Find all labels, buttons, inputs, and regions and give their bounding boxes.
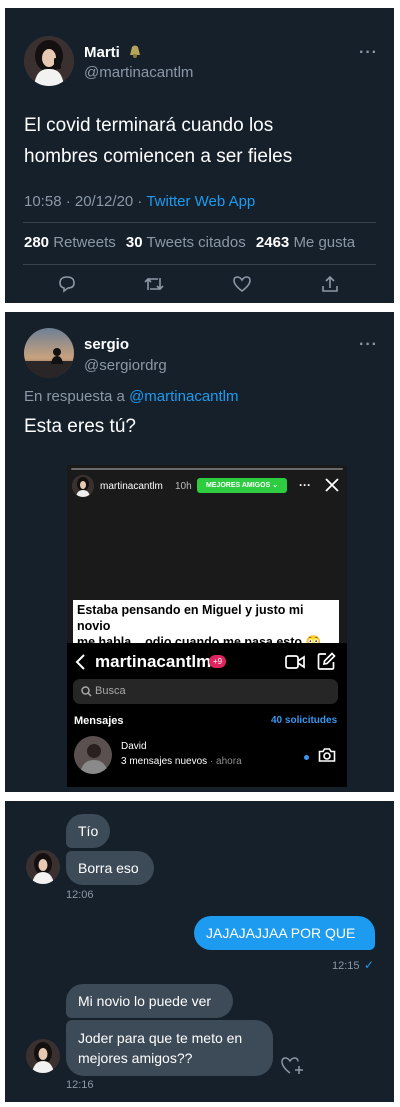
caption-line: Estaba pensando en Miguel y justo mi nov… — [77, 603, 304, 633]
message-line: Joder para que te meto en — [78, 1030, 243, 1046]
story-avatar — [72, 475, 94, 497]
avatar-marti[interactable] — [24, 36, 74, 86]
tweet-text-line: El covid terminará cuando los — [24, 115, 274, 136]
tweet-text-line: hombres comiencen a ser fieles — [24, 146, 293, 167]
sent-meta: 12:15 ✓ — [332, 956, 374, 974]
best-friends-badge: MEJORES AMIGOS ⌄ — [197, 478, 287, 493]
avatar-marti[interactable] — [26, 850, 60, 884]
message-bubble[interactable]: Joder para que te meto en mejores amigos… — [66, 1020, 273, 1076]
user-handle[interactable]: @martinacantlm — [84, 64, 193, 81]
like-icon[interactable] — [232, 274, 252, 294]
tweet-time[interactable]: 10:58 · 20/12/20 · — [24, 193, 142, 210]
story-screenshot[interactable]: martinacantlm 10h MEJORES AMIGOS ⌄ ··· E… — [67, 465, 347, 787]
dm-conversation: Tío Borra eso 12:06 JAJAJAJJAA POR QUE 1… — [5, 801, 394, 1102]
story-username: martinacantlm — [100, 481, 163, 492]
dm-search-input[interactable]: Busca — [73, 679, 338, 704]
retweets-label[interactable]: Retweets — [53, 234, 116, 251]
message-bubble-sent[interactable]: JAJAJAJJAA POR QUE — [194, 916, 375, 950]
dm-title: martinacantlm — [95, 652, 212, 671]
avatar-marti[interactable] — [26, 1039, 60, 1073]
reply-icon[interactable] — [57, 274, 77, 294]
message-bubble[interactable]: Mi novio lo puede ver — [66, 984, 233, 1018]
dm-badge: +9 — [209, 655, 227, 668]
reply-prefix: En respuesta a — [24, 388, 125, 405]
tweet-sergio: sergio @sergiordrg ··· En respuesta a @m… — [5, 312, 394, 792]
messages-label: Mensajes — [74, 715, 124, 727]
retweets-count[interactable]: 280 — [24, 234, 49, 251]
requests-link[interactable]: 40 solicitudes — [271, 715, 337, 726]
divider — [23, 264, 376, 265]
story-more-icon[interactable]: ··· — [299, 478, 311, 492]
message-time: 12:16 — [66, 1079, 94, 1091]
camera-icon[interactable] — [318, 747, 336, 763]
thread-avatar[interactable] — [74, 736, 112, 774]
quotes-count[interactable]: 30 — [126, 234, 143, 251]
reply-to-handle[interactable]: @martinacantlm — [129, 388, 238, 405]
search-icon — [81, 686, 92, 697]
more-icon[interactable]: ··· — [359, 336, 378, 354]
likes-label[interactable]: Me gusta — [293, 234, 355, 251]
retweet-icon[interactable] — [143, 274, 165, 294]
check-icon: ✓ — [363, 958, 375, 972]
display-name[interactable]: Marti — [84, 44, 120, 61]
search-placeholder: Busca — [95, 685, 126, 697]
story-age: 10h — [175, 481, 192, 492]
display-name[interactable]: sergio — [84, 336, 129, 353]
message-bubble[interactable]: Tío — [66, 814, 110, 848]
more-icon[interactable]: ··· — [359, 44, 378, 62]
message-line: mejores amigos?? — [78, 1050, 193, 1066]
avatar-sergio[interactable] — [24, 328, 74, 378]
tweet-marti: Marti @martinacantlm ··· El covid termin… — [5, 8, 394, 303]
thread-preview-text: 3 mensajes nuevos — [121, 756, 208, 767]
tweet-source[interactable]: Twitter Web App — [146, 193, 255, 210]
back-icon[interactable] — [75, 653, 87, 671]
thread-preview[interactable]: 3 mensajes nuevos · ahora — [121, 756, 242, 767]
close-icon[interactable] — [324, 477, 340, 493]
thread-time: · ahora — [209, 756, 242, 767]
message-time: 12:15 — [332, 960, 360, 972]
tweet-text: El covid terminará cuando los hombres co… — [24, 110, 292, 172]
best-friends-label: MEJORES AMIGOS — [205, 482, 271, 489]
share-icon[interactable] — [320, 274, 340, 294]
quotes-label[interactable]: Tweets citados — [147, 234, 246, 251]
message-bubble[interactable]: Borra eso — [66, 851, 154, 885]
dm-screen: martinacantlm +9 Busca Mensajes 40 solic… — [67, 643, 347, 787]
tweet-meta: 10:58 · 20/12/20 · Twitter Web App — [24, 193, 255, 210]
compose-icon[interactable] — [317, 652, 336, 671]
message-time: 12:06 — [66, 889, 94, 901]
user-handle[interactable]: @sergiordrg — [84, 357, 167, 374]
tweet-text: Esta eres tú? — [24, 416, 136, 437]
reply-context: En respuesta a @martinacantlm — [24, 388, 239, 405]
likes-count[interactable]: 2463 — [256, 234, 289, 251]
unread-dot — [304, 755, 309, 760]
thread-name[interactable]: David — [121, 741, 147, 752]
video-icon[interactable] — [285, 653, 305, 671]
tweet-stats: 280 Retweets 30 Tweets citados 2463 Me g… — [24, 234, 355, 251]
story-progress-bar — [71, 468, 343, 470]
add-like-icon[interactable] — [280, 1054, 304, 1076]
bell-emoji-icon — [127, 43, 143, 64]
divider — [23, 222, 376, 223]
